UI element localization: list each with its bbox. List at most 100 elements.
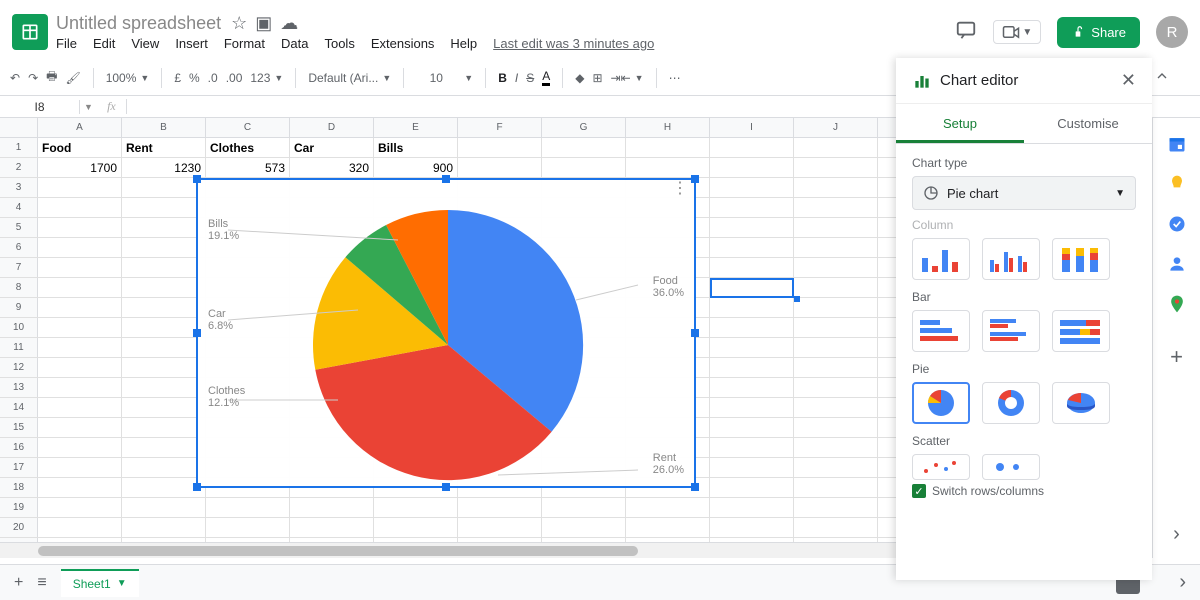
cell[interactable] bbox=[542, 518, 626, 537]
cell[interactable] bbox=[794, 258, 878, 277]
resize-handle[interactable] bbox=[193, 175, 201, 183]
cell[interactable] bbox=[122, 218, 206, 237]
paint-format-icon[interactable]: 🖌 bbox=[65, 71, 80, 85]
cell[interactable] bbox=[122, 278, 206, 297]
row-header[interactable]: 19 bbox=[0, 498, 38, 517]
cell[interactable] bbox=[38, 278, 122, 297]
column-header[interactable]: E bbox=[374, 118, 458, 137]
row-header[interactable]: 15 bbox=[0, 418, 38, 437]
thumb-scatter[interactable] bbox=[912, 454, 970, 480]
cell[interactable] bbox=[794, 358, 878, 377]
show-rail-icon[interactable]: › bbox=[1179, 571, 1186, 594]
cell[interactable] bbox=[458, 138, 542, 157]
cell[interactable] bbox=[794, 398, 878, 417]
cell[interactable] bbox=[38, 218, 122, 237]
row-header[interactable]: 5 bbox=[0, 218, 38, 237]
cell[interactable] bbox=[122, 298, 206, 317]
font-size-dropdown[interactable]: ▼ bbox=[464, 73, 473, 83]
cell[interactable] bbox=[794, 478, 878, 497]
cell[interactable] bbox=[122, 438, 206, 457]
cell[interactable] bbox=[710, 258, 794, 277]
cell[interactable] bbox=[122, 238, 206, 257]
row-header[interactable]: 7 bbox=[0, 258, 38, 277]
cell[interactable] bbox=[794, 178, 878, 197]
cell[interactable] bbox=[458, 158, 542, 177]
sheets-logo[interactable] bbox=[12, 14, 48, 50]
cell[interactable] bbox=[710, 418, 794, 437]
switch-rows-columns[interactable]: ✓ Switch rows/columns bbox=[912, 484, 1136, 498]
chevron-down-icon[interactable]: ▼ bbox=[117, 578, 127, 589]
move-icon[interactable]: ▣ bbox=[255, 13, 272, 34]
cell[interactable] bbox=[122, 378, 206, 397]
column-header[interactable]: A bbox=[38, 118, 122, 137]
cell[interactable] bbox=[122, 198, 206, 217]
cell[interactable] bbox=[458, 498, 542, 517]
thumb-pie-3d[interactable] bbox=[1052, 382, 1110, 424]
row-header[interactable]: 18 bbox=[0, 478, 38, 497]
cell[interactable] bbox=[794, 238, 878, 257]
column-header[interactable]: C bbox=[206, 118, 290, 137]
row-header[interactable]: 14 bbox=[0, 398, 38, 417]
merge-icon[interactable]: ⇥⇤ ▼ bbox=[611, 71, 644, 85]
resize-handle[interactable] bbox=[691, 483, 699, 491]
menu-extensions[interactable]: Extensions bbox=[371, 36, 435, 51]
increase-decimal-button[interactable]: .00 bbox=[226, 71, 243, 85]
row-header[interactable]: 16 bbox=[0, 438, 38, 457]
cell[interactable] bbox=[710, 498, 794, 517]
menu-file[interactable]: File bbox=[56, 36, 77, 51]
cell[interactable]: Car bbox=[290, 138, 374, 157]
cell[interactable] bbox=[38, 478, 122, 497]
currency-button[interactable]: £ bbox=[174, 71, 181, 85]
menu-data[interactable]: Data bbox=[281, 36, 308, 51]
cell[interactable] bbox=[206, 498, 290, 517]
menu-format[interactable]: Format bbox=[224, 36, 265, 51]
cell[interactable] bbox=[38, 178, 122, 197]
cell[interactable] bbox=[710, 158, 794, 177]
bold-button[interactable]: B bbox=[498, 71, 507, 85]
text-color-button[interactable]: A bbox=[542, 69, 550, 86]
undo-icon[interactable]: ↶ bbox=[10, 71, 20, 85]
column-header[interactable]: J bbox=[794, 118, 878, 137]
cell[interactable] bbox=[710, 478, 794, 497]
cell[interactable] bbox=[374, 518, 458, 537]
cell[interactable] bbox=[710, 438, 794, 457]
menu-tools[interactable]: Tools bbox=[324, 36, 354, 51]
cell[interactable] bbox=[122, 398, 206, 417]
cell[interactable] bbox=[290, 498, 374, 517]
cell[interactable] bbox=[794, 498, 878, 517]
meet-button[interactable]: ▼ bbox=[993, 20, 1041, 44]
cell[interactable] bbox=[38, 258, 122, 277]
thumb-bubble[interactable] bbox=[982, 454, 1040, 480]
row-header[interactable]: 12 bbox=[0, 358, 38, 377]
cell[interactable] bbox=[794, 278, 878, 297]
calendar-icon[interactable] bbox=[1167, 134, 1187, 154]
cell[interactable]: Rent bbox=[122, 138, 206, 157]
cell[interactable] bbox=[122, 338, 206, 357]
add-addon-icon[interactable]: + bbox=[1170, 344, 1183, 370]
cell[interactable]: Bills bbox=[374, 138, 458, 157]
cell[interactable] bbox=[38, 498, 122, 517]
cell[interactable] bbox=[794, 318, 878, 337]
cell[interactable] bbox=[710, 338, 794, 357]
column-header[interactable]: H bbox=[626, 118, 710, 137]
cell[interactable] bbox=[710, 378, 794, 397]
zoom-select[interactable]: 100% ▼ bbox=[106, 71, 150, 85]
cell[interactable] bbox=[122, 418, 206, 437]
font-select[interactable]: Default (Ari... ▼ bbox=[308, 71, 391, 85]
cell[interactable] bbox=[38, 518, 122, 537]
redo-icon[interactable]: ↷ bbox=[28, 71, 38, 85]
font-size-select[interactable]: 10 bbox=[416, 71, 456, 85]
row-header[interactable]: 8 bbox=[0, 278, 38, 297]
cell[interactable] bbox=[710, 178, 794, 197]
cell[interactable] bbox=[710, 458, 794, 477]
cell[interactable] bbox=[38, 198, 122, 217]
row-header[interactable]: 20 bbox=[0, 518, 38, 537]
cell[interactable] bbox=[374, 498, 458, 517]
cell[interactable]: Food bbox=[38, 138, 122, 157]
cell[interactable] bbox=[794, 438, 878, 457]
cell[interactable] bbox=[710, 298, 794, 317]
cell[interactable] bbox=[794, 338, 878, 357]
column-header[interactable]: D bbox=[290, 118, 374, 137]
resize-handle[interactable] bbox=[691, 175, 699, 183]
comments-icon[interactable] bbox=[955, 19, 977, 46]
